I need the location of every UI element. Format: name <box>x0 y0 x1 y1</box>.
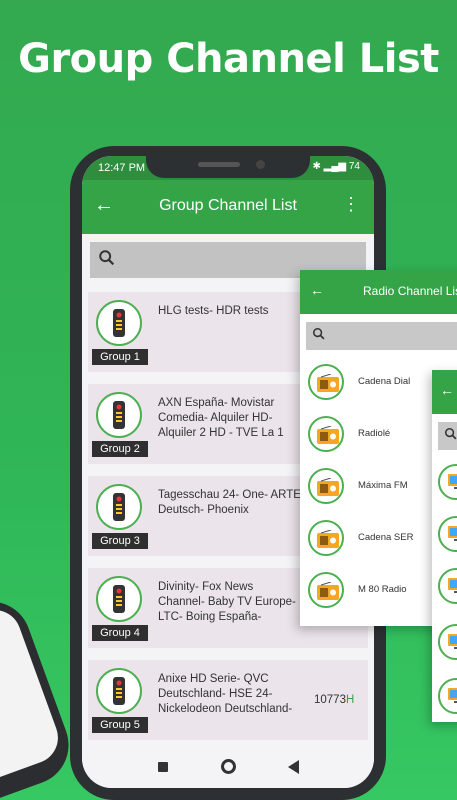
radio-app-bar: ← Radio Channel List <box>300 270 457 314</box>
group-channels: HLG tests- HDR tests <box>158 305 269 317</box>
tv-search-input[interactable] <box>438 422 457 450</box>
group-label: Group 3 <box>92 533 148 549</box>
radio-icon <box>308 364 344 400</box>
remote-icon <box>96 484 142 530</box>
radio-name: Cadena Dial <box>358 376 411 387</box>
group-channels: AXN España- Movistar Comedia- Alquiler H… <box>158 397 284 439</box>
radio-icon <box>308 468 344 504</box>
nav-back-icon[interactable] <box>288 760 299 774</box>
app-bar: ← Group Channel List ⋮ <box>82 180 374 234</box>
battery-level: 74 <box>348 161 360 172</box>
system-nav-bar <box>82 748 374 788</box>
group-label: Group 1 <box>92 349 148 365</box>
remote-icon <box>96 668 142 714</box>
app-bar-title: Group Channel List <box>159 197 297 214</box>
radio-name: Radiolé <box>358 428 391 439</box>
remote-icon <box>96 300 142 346</box>
radio-icon <box>308 572 344 608</box>
speaker-grille <box>198 162 240 167</box>
tv-icon[interactable] <box>438 624 457 660</box>
tv-app-bar: ← <box>432 370 457 414</box>
radio-icon <box>308 416 344 452</box>
polarization: H <box>345 694 355 706</box>
remote-icon <box>96 576 142 622</box>
radio-name: Cadena SER <box>358 532 414 543</box>
recents-icon[interactable] <box>158 762 168 772</box>
radio-name: Máxima FM <box>358 480 408 491</box>
status-icons: ✱ ▂▄▆ 74 <box>312 161 360 172</box>
front-camera <box>256 160 265 169</box>
tv-icon[interactable] <box>438 678 457 714</box>
search-icon <box>99 250 115 266</box>
tv-icon[interactable] <box>438 568 457 604</box>
radio-panel-title: Radio Channel List <box>363 284 457 298</box>
radio-icon <box>308 520 344 556</box>
group-label: Group 5 <box>92 717 148 733</box>
tv-icon[interactable] <box>438 464 457 500</box>
search-icon <box>444 427 457 440</box>
group-card[interactable]: Group 5 Anixe HD Serie- QVC Deutschland-… <box>88 660 368 740</box>
camera-notch <box>146 156 310 178</box>
more-vert-icon[interactable]: ⋮ <box>342 194 360 215</box>
group-channels: Anixe HD Serie- QVC Deutschland- HSE 24-… <box>158 673 293 715</box>
channel-frequency: 10773H <box>314 694 354 706</box>
remote-icon <box>96 392 142 438</box>
radio-search-input[interactable] <box>306 322 457 350</box>
search-icon <box>312 327 325 340</box>
tv-channel-panel: ← <box>432 370 457 722</box>
radio-name: M 80 Radio <box>358 584 407 595</box>
group-label: Group 4 <box>92 625 148 641</box>
group-channels: Tagesschau 24- One- ARTE Deutsch- Phoeni… <box>158 489 301 516</box>
home-icon[interactable] <box>221 759 236 774</box>
group-channels: Divinity- Fox News Channel- Baby TV Euro… <box>158 581 296 623</box>
tv-icon[interactable] <box>438 516 457 552</box>
status-time: 12:47 PM <box>98 162 146 174</box>
headline: Group Channel List <box>18 36 439 82</box>
back-arrow-icon[interactable]: ← <box>310 282 324 298</box>
group-label: Group 2 <box>92 441 148 457</box>
back-arrow-icon[interactable]: ← <box>440 382 454 398</box>
frequency-value: 10773 <box>314 694 346 706</box>
